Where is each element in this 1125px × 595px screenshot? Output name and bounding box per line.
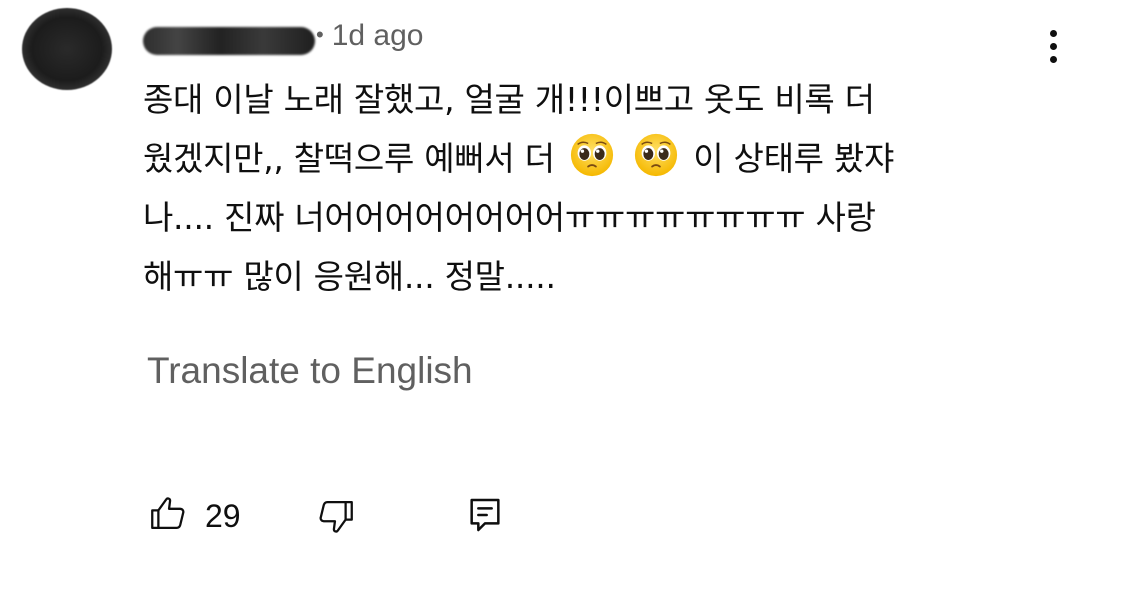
username-redacted[interactable] — [143, 27, 315, 55]
reply-icon — [470, 498, 500, 532]
comment-line-2b: 이 상태루 봤쟈 — [693, 139, 895, 178]
dislike-button[interactable] — [315, 496, 357, 542]
comment-meta: • 1d ago — [316, 16, 423, 58]
reply-button[interactable] — [465, 494, 505, 540]
more-options-icon[interactable] — [1038, 30, 1068, 74]
comment-line-4: 해ㅠㅠ 많이 응원해... 정말..... — [143, 257, 556, 296]
comment-line-3: 나.... 진짜 너어어어어어어어어ㅠㅠㅠㅠㅠㅠㅠㅠ 사랑 — [143, 198, 876, 237]
like-count: 29 — [205, 498, 241, 534]
thumbs-up-icon — [151, 497, 185, 530]
avatar[interactable] — [22, 8, 112, 90]
time-ago: 1d ago — [331, 19, 424, 52]
comment-line-1: 종대 이날 노래 잘했고, 얼굴 개!!!이쁘고 옷도 비록 더 — [143, 80, 875, 119]
comment-text: 종대 이날 노래 잘했고, 얼굴 개!!!이쁘고 옷도 비록 더 웠겠지만,, … — [143, 70, 1043, 306]
translate-button[interactable]: Translate to English — [147, 347, 473, 395]
thumbs-down-icon — [319, 500, 353, 533]
pleading-face-emoji — [634, 133, 678, 177]
comment-line-2: 웠겠지만,, 찰떡으루 예뻐서 더 — [143, 139, 555, 178]
separator-dot: • — [316, 22, 324, 47]
like-button[interactable] — [147, 492, 189, 538]
pleading-face-emoji — [570, 133, 613, 177]
